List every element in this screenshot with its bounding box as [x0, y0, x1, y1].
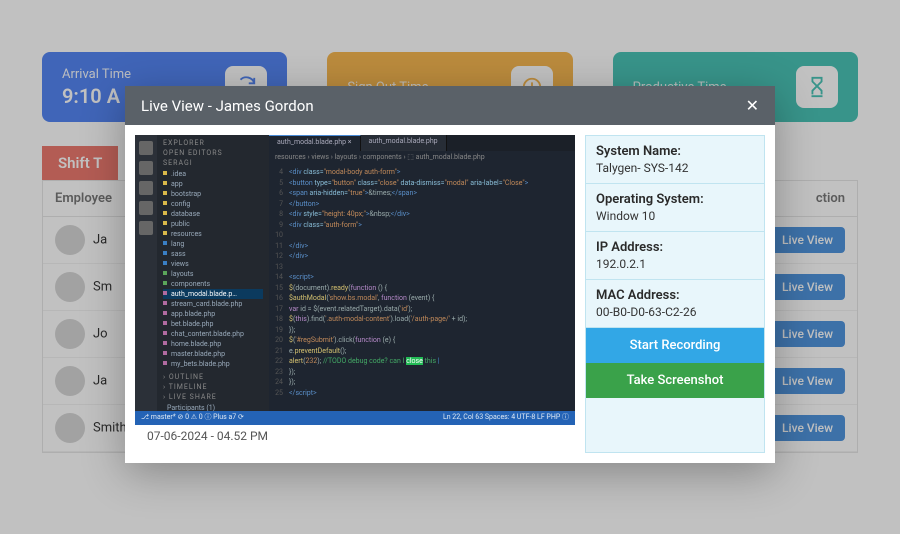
debug-icon [139, 201, 153, 215]
tree-item: app.blade.php [163, 309, 263, 319]
vscode-tabs: auth_modal.blade.php × auth_modal.blade.… [269, 135, 575, 151]
info-section: System Name:Talygen- SYS-142 [586, 136, 764, 184]
vscode-activitybar [135, 135, 157, 425]
files-icon [139, 141, 153, 155]
tree-item: sass [163, 249, 263, 259]
tree-item: my_bets.blade.php [163, 359, 263, 369]
code-editor: 4<div class="modal-body auth-form">5 <bu… [269, 165, 575, 411]
tree-item: .idea [163, 169, 263, 179]
close-icon[interactable]: ✕ [746, 96, 759, 115]
info-section: Operating System:Window 10 [586, 184, 764, 232]
vscode-explorer: EXPLORER OPEN EDITORS SERAGI .ideaappboo… [157, 135, 269, 411]
live-view-modal: Live View - James Gordon ✕ EXPLORER OPEN… [125, 86, 775, 463]
tree-item: auth_modal.blade.p… [163, 289, 263, 299]
vscode-statusbar: ⎇ master* ⊘ 0 ⚠ 0 ⓘ Plus a7 ⟳ Ln 22, Col… [135, 411, 575, 425]
tree-item: lang [163, 239, 263, 249]
git-icon [139, 181, 153, 195]
tree-item: public [163, 219, 263, 229]
info-section: IP Address:192.0.2.1 [586, 232, 764, 280]
tree-item: master.blade.php [163, 349, 263, 359]
tree-item: layouts [163, 269, 263, 279]
search-icon [139, 161, 153, 175]
tree-item: home.blade.php [163, 339, 263, 349]
extensions-icon [139, 221, 153, 235]
info-section: MAC Address:00-B0-D0-63-C2-26 [586, 280, 764, 328]
start-recording-button[interactable]: Start Recording [586, 328, 764, 363]
remote-screen: EXPLORER OPEN EDITORS SERAGI .ideaappboo… [135, 135, 575, 425]
tree-item: components [163, 279, 263, 289]
tree-item: stream_card.blade.php [163, 299, 263, 309]
tree-item: config [163, 199, 263, 209]
modal-title: Live View - James Gordon [141, 97, 314, 115]
tree-item: bet.blade.php [163, 319, 263, 329]
system-info-panel: System Name:Talygen- SYS-142Operating Sy… [585, 135, 765, 453]
tree-item: database [163, 209, 263, 219]
tree-item: views [163, 259, 263, 269]
screenshot-timestamp: 07-06-2024 - 04.52 PM [135, 425, 575, 453]
tree-item: bootstrap [163, 189, 263, 199]
tree-item: chat_content.blade.php [163, 329, 263, 339]
modal-header: Live View - James Gordon ✕ [125, 86, 775, 125]
breadcrumb: resources › views › layouts › components… [269, 151, 491, 163]
take-screenshot-button[interactable]: Take Screenshot [586, 363, 764, 398]
tree-item: app [163, 179, 263, 189]
tree-item: resources [163, 229, 263, 239]
